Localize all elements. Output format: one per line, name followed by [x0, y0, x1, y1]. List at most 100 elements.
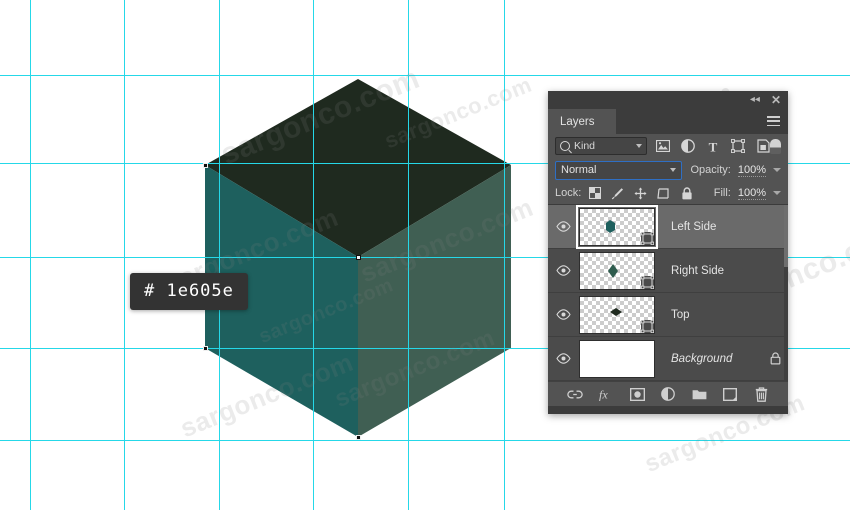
layer-visibility-eye-icon[interactable]	[551, 221, 575, 232]
lock-image-pixels-icon[interactable]	[611, 187, 624, 200]
filter-kind-label: Kind	[574, 140, 596, 152]
tab-layers[interactable]: Layers	[548, 109, 616, 134]
guide-vertical[interactable]	[219, 0, 220, 510]
opacity-value[interactable]: 100%	[737, 164, 766, 177]
layer-row[interactable]: Background	[548, 337, 788, 381]
layer-thumbnail-cell[interactable]	[575, 204, 659, 249]
blend-opacity-row[interactable]: Normal Opacity: 100%	[548, 158, 788, 182]
layer-thumbnail-cell[interactable]	[575, 251, 659, 290]
blend-mode-select[interactable]: Normal	[555, 160, 682, 180]
path-anchor-bottom-left[interactable]	[203, 346, 208, 351]
close-x-icon[interactable]: ✕	[771, 94, 781, 106]
layer-thumbnail-cell[interactable]	[575, 295, 659, 334]
svg-text:T: T	[709, 140, 718, 153]
layer-row[interactable]: Top	[548, 293, 788, 337]
layer-name-label[interactable]: Top	[659, 309, 762, 321]
watermark-text: sargonco.com	[216, 61, 425, 172]
lock-row[interactable]: Lock: Fill: 100%	[548, 182, 788, 204]
chevron-down-icon	[636, 144, 642, 148]
panel-footer	[548, 406, 788, 414]
layer-row[interactable]: Left Side	[548, 204, 788, 249]
adjustment-layer-filter-icon[interactable]	[681, 139, 695, 153]
layer-visibility-eye-icon[interactable]	[551, 353, 575, 364]
layer-visibility-eye-icon[interactable]	[551, 309, 575, 320]
color-hex-tooltip: # 1e605e	[130, 273, 248, 310]
guide-vertical[interactable]	[408, 0, 409, 510]
panel-title-bar[interactable]: ◂◂ ✕	[548, 91, 788, 109]
opacity-chevron-down-icon[interactable]	[773, 168, 781, 172]
smart-object-filter-icon[interactable]	[756, 139, 770, 153]
collapse-double-arrow-icon[interactable]: ◂◂	[750, 95, 760, 105]
layer-thumbnail-cell[interactable]	[575, 339, 659, 378]
filter-type-icons[interactable]: T	[656, 139, 770, 153]
smart-object-badge-icon	[640, 231, 655, 245]
opacity-label: Opacity:	[690, 164, 731, 176]
fill-label: Fill:	[713, 187, 731, 199]
type-layer-filter-icon[interactable]: T	[706, 139, 720, 153]
pixel-layer-filter-icon[interactable]	[656, 139, 670, 153]
layer-thumbnail[interactable]	[579, 251, 655, 290]
watermark-text: sargonco.com	[175, 346, 358, 444]
new-layer-icon[interactable]	[722, 386, 738, 402]
guide-vertical[interactable]	[313, 0, 314, 510]
lock-all-icon[interactable]	[680, 186, 693, 200]
guide-horizontal[interactable]	[0, 440, 850, 441]
panel-tab-bar[interactable]: Layers	[548, 109, 788, 134]
layer-content-preview	[610, 307, 622, 325]
layer-name-label[interactable]: Right Side	[659, 265, 762, 277]
layer-thumbnail[interactable]	[579, 295, 655, 334]
path-anchor-left[interactable]	[203, 163, 208, 168]
blend-mode-value: Normal	[561, 164, 597, 176]
path-anchor-center[interactable]	[356, 255, 361, 260]
path-anchor-bottom[interactable]	[356, 435, 361, 440]
layer-content-preview	[608, 263, 620, 281]
filter-kind-select[interactable]: Kind	[555, 137, 647, 155]
layer-thumbnail[interactable]	[576, 204, 658, 249]
guide-vertical[interactable]	[30, 0, 31, 510]
new-adjustment-layer-icon[interactable]	[660, 386, 676, 402]
delete-layer-icon[interactable]	[753, 386, 769, 402]
add-layer-mask-icon[interactable]	[629, 386, 645, 402]
tab-layers-label: Layers	[560, 115, 595, 128]
watermark-text: sargonco.com	[355, 191, 538, 289]
layer-list-scrollbar[interactable]	[784, 205, 788, 381]
layer-visibility-eye-icon[interactable]	[551, 265, 575, 276]
link-layers-icon[interactable]	[567, 386, 583, 402]
cube-right-face	[358, 165, 511, 437]
layer-filter-row[interactable]: Kind T	[548, 134, 788, 158]
layer-thumbnail[interactable]	[579, 339, 655, 378]
shape-layer-filter-icon[interactable]	[731, 139, 745, 153]
filter-enable-toggle[interactable]	[770, 138, 781, 154]
cube-top-face	[205, 79, 511, 257]
watermark-text: sargonco.com	[330, 324, 499, 413]
lock-icon-group[interactable]	[588, 186, 693, 200]
guide-horizontal[interactable]	[0, 75, 850, 76]
smart-object-badge-icon	[640, 275, 655, 289]
fill-chevron-down-icon[interactable]	[773, 191, 781, 195]
guide-vertical[interactable]	[124, 0, 125, 510]
layers-panel[interactable]: ◂◂ ✕ Layers Kind T Normal Opacity: 100% …	[548, 91, 788, 414]
smart-object-badge-icon	[640, 319, 655, 333]
layer-list[interactable]: Left Side Right Side Top Background	[548, 204, 788, 381]
fill-value[interactable]: 100%	[737, 187, 766, 200]
svg-text:fx: fx	[599, 388, 608, 402]
photoshop-screenshot: sargonco.com sargonco.com sargonco.com sarg…	[0, 0, 850, 510]
watermark-text: sargonco.com	[255, 274, 397, 348]
lock-position-icon[interactable]	[634, 187, 647, 200]
layer-style-fx-icon[interactable]: fx	[598, 386, 614, 402]
scrollbar-thumb[interactable]	[784, 205, 788, 267]
hamburger-menu-icon[interactable]	[767, 116, 780, 126]
lock-transparent-pixels-icon[interactable]	[588, 187, 601, 200]
chevron-down-icon	[669, 168, 676, 172]
lock-artboard-nesting-icon[interactable]	[657, 187, 670, 200]
layer-content-preview	[606, 219, 618, 237]
magnifier-icon	[560, 141, 570, 151]
layer-name-label[interactable]: Left Side	[659, 221, 762, 233]
layer-row[interactable]: Right Side	[548, 249, 788, 293]
layer-name-label[interactable]: Background	[659, 353, 762, 365]
guide-vertical[interactable]	[504, 0, 505, 510]
lock-label: Lock:	[555, 187, 582, 199]
new-group-icon[interactable]	[691, 386, 707, 402]
layers-panel-toolbar[interactable]: fx	[548, 381, 788, 406]
watermark-text: sargonco.com	[380, 71, 536, 154]
